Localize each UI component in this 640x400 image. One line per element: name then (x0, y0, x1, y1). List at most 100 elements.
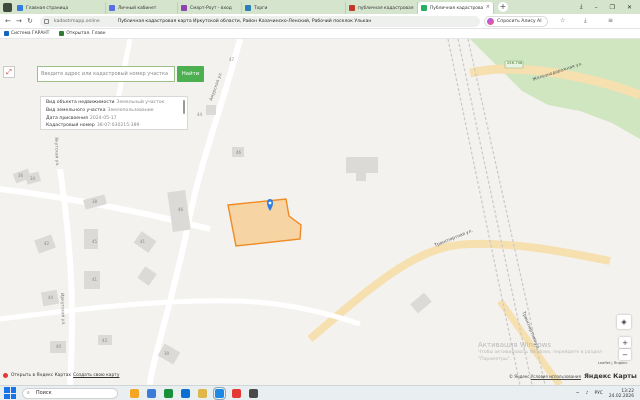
yandex-maps-logo: Яндекс Карты (584, 372, 637, 380)
url-site: kadastrmapp.online (54, 19, 100, 24)
info-card-scrollbar[interactable] (183, 100, 185, 114)
fullscreen-button[interactable]: ⤢ (3, 66, 15, 78)
create-map-link[interactable]: Создать свою карту (73, 373, 119, 378)
back-icon[interactable]: ← (5, 17, 11, 25)
house-number: 41 (92, 277, 98, 282)
layers-button[interactable]: ◈ (617, 315, 631, 329)
house-number: 45 (92, 239, 98, 244)
tab-personal-account[interactable]: Личный кабинет (106, 2, 178, 14)
search-icon: ⌕ (27, 390, 30, 396)
info-value: Земельный участок (116, 100, 165, 105)
tab-public-cadastral-active[interactable]: Публичная кадастрова × (418, 2, 494, 14)
taskbar-search[interactable]: ⌕ Поиск (22, 387, 118, 399)
bookmark-star-icon[interactable]: ☆ (560, 17, 565, 24)
expand-icon: ⤢ (6, 67, 12, 76)
info-row: Вид земельного участка Землепользование (46, 107, 182, 115)
railway-line (457, 39, 533, 385)
house-number: 44 (197, 112, 203, 117)
watermark-title: Активация Windows (478, 341, 552, 349)
start-button[interactable] (4, 387, 16, 399)
volume-icon[interactable]: ♪ (586, 391, 589, 396)
tab-public-cadastral[interactable]: публичная кадастровая (346, 2, 418, 14)
taskbar-app-icon[interactable] (249, 388, 258, 398)
taskbar-app-icon[interactable] (130, 388, 139, 398)
bookmarks-bar: Система ГАРАНТ Открытая. Главн (0, 29, 640, 39)
yandex-terms: © Яндекс Условия использования (509, 374, 581, 379)
street-label-yakutskaya: Якутская ул. (53, 137, 60, 167)
bookmark-label: Открытая. Главн (66, 31, 106, 36)
terms-link[interactable]: Условия использования (531, 374, 581, 379)
layers-icon: ◈ (621, 318, 627, 326)
browser-tab-strip: Главная страница Личный кабинет Смарт-Ро… (0, 0, 640, 14)
tab-favicon-icon (421, 5, 427, 11)
taskbar-search-label: Поиск (35, 390, 52, 396)
road-amurskaya (147, 39, 243, 385)
open-in-yandex-maps-link[interactable]: Открыть в Яндекс Картах (3, 373, 71, 378)
road-code-label: 25К-708 (507, 61, 523, 65)
download-icon[interactable]: ⤓ (584, 17, 587, 25)
tab-label: Публичная кадастрова (430, 5, 484, 11)
parcel-info-card: Вид объекта недвижимости Земельный участо… (40, 96, 188, 130)
map-attribution[interactable]: Leaflet | Яндекс (598, 361, 627, 365)
yandex-pin-icon (3, 373, 8, 378)
tab-label: Личный кабинет (118, 5, 157, 11)
clock[interactable]: 13:22 24.02.2026 (609, 389, 634, 399)
map-canvas (0, 39, 640, 385)
tab-home-page[interactable]: Главная страница (14, 2, 106, 14)
network-icon[interactable]: ⌔ (576, 391, 580, 397)
bookmark-label: Система ГАРАНТ (11, 31, 50, 36)
tab-auctions[interactable]: Торги (242, 2, 346, 14)
windows-taskbar: ⌕ Поиск ⌔ ♪ РУС 13:22 24.02.2026 (0, 385, 640, 400)
bookmark-icon (4, 31, 9, 36)
house-number: 39 (164, 351, 170, 356)
maximize-icon[interactable]: ❐ (610, 4, 615, 11)
house-number: 42 (44, 241, 50, 246)
find-button[interactable]: Найти (177, 66, 204, 82)
info-value: 38:07:030215:389 (96, 123, 140, 129)
taskbar-app-icon[interactable] (213, 386, 226, 400)
house-number: 43 (102, 338, 108, 343)
map-viewport[interactable]: 25К-708 Железнодорожная ул. Транспортная… (0, 39, 640, 385)
bookmark-open[interactable]: Открытая. Главн (59, 31, 106, 36)
browser-menu-icon[interactable] (0, 0, 14, 14)
zoom-out-button[interactable]: − (619, 349, 631, 360)
info-label: Дата присвоения (46, 115, 88, 121)
ask-alice-button[interactable]: Спросить Алису AI (484, 16, 548, 27)
house-number: 38 (92, 199, 98, 204)
reload-icon[interactable]: ↻ (27, 17, 33, 25)
open-yandex-label: Открыть в Яндекс Картах (11, 373, 72, 378)
parcel-shape (227, 198, 302, 247)
taskbar-app-icon[interactable] (164, 388, 173, 398)
url-field[interactable]: kadastrmapp.online Публичная кадастровая… (40, 16, 480, 27)
extensions-icon[interactable]: ≡ (608, 17, 613, 24)
tab-favicon-icon (181, 5, 187, 11)
info-row: Вид объекта недвижимости Земельный участо… (46, 99, 182, 107)
watermark-subtitle: Чтобы активировать Windows, перейдите в … (478, 350, 602, 355)
house-number: 46 (178, 207, 184, 212)
window-controls: ⤓ – ❐ ✕ (580, 0, 640, 14)
house-number: 41 (140, 239, 146, 244)
tab-favicon-icon (349, 5, 355, 11)
new-tab-button[interactable]: + (498, 2, 508, 12)
close-window-icon[interactable]: ✕ (627, 4, 632, 11)
taskbar-app-icon[interactable] (232, 388, 241, 398)
info-label: Кадастровый номер (46, 123, 95, 129)
railway-line (447, 39, 521, 385)
language-indicator[interactable]: РУС (594, 391, 602, 396)
taskbar-app-icon[interactable] (181, 388, 190, 398)
taskbar-app-icon[interactable] (147, 388, 156, 398)
bookmark-garant[interactable]: Система ГАРАНТ (4, 31, 49, 36)
clock-date: 24.02.2026 (608, 393, 634, 399)
tab-smart-route[interactable]: Смарт-Роут - вход (178, 2, 242, 14)
cadastral-search-input[interactable] (38, 67, 174, 81)
house-number: 47 (229, 57, 235, 62)
tab-favicon-icon (109, 5, 115, 11)
forward-icon[interactable]: → (16, 17, 22, 25)
minimize-icon[interactable]: – (595, 4, 598, 11)
downloads-icon[interactable]: ⤓ (580, 3, 583, 11)
tab-close-icon[interactable]: × (486, 4, 490, 10)
taskbar-app-icon[interactable] (198, 388, 207, 398)
url-page-title: Публичная кадастровая карта Иркутской об… (117, 19, 372, 24)
zoom-in-button[interactable]: + (619, 337, 631, 348)
system-tray: ⌔ ♪ РУС 13:22 24.02.2026 (576, 386, 634, 400)
